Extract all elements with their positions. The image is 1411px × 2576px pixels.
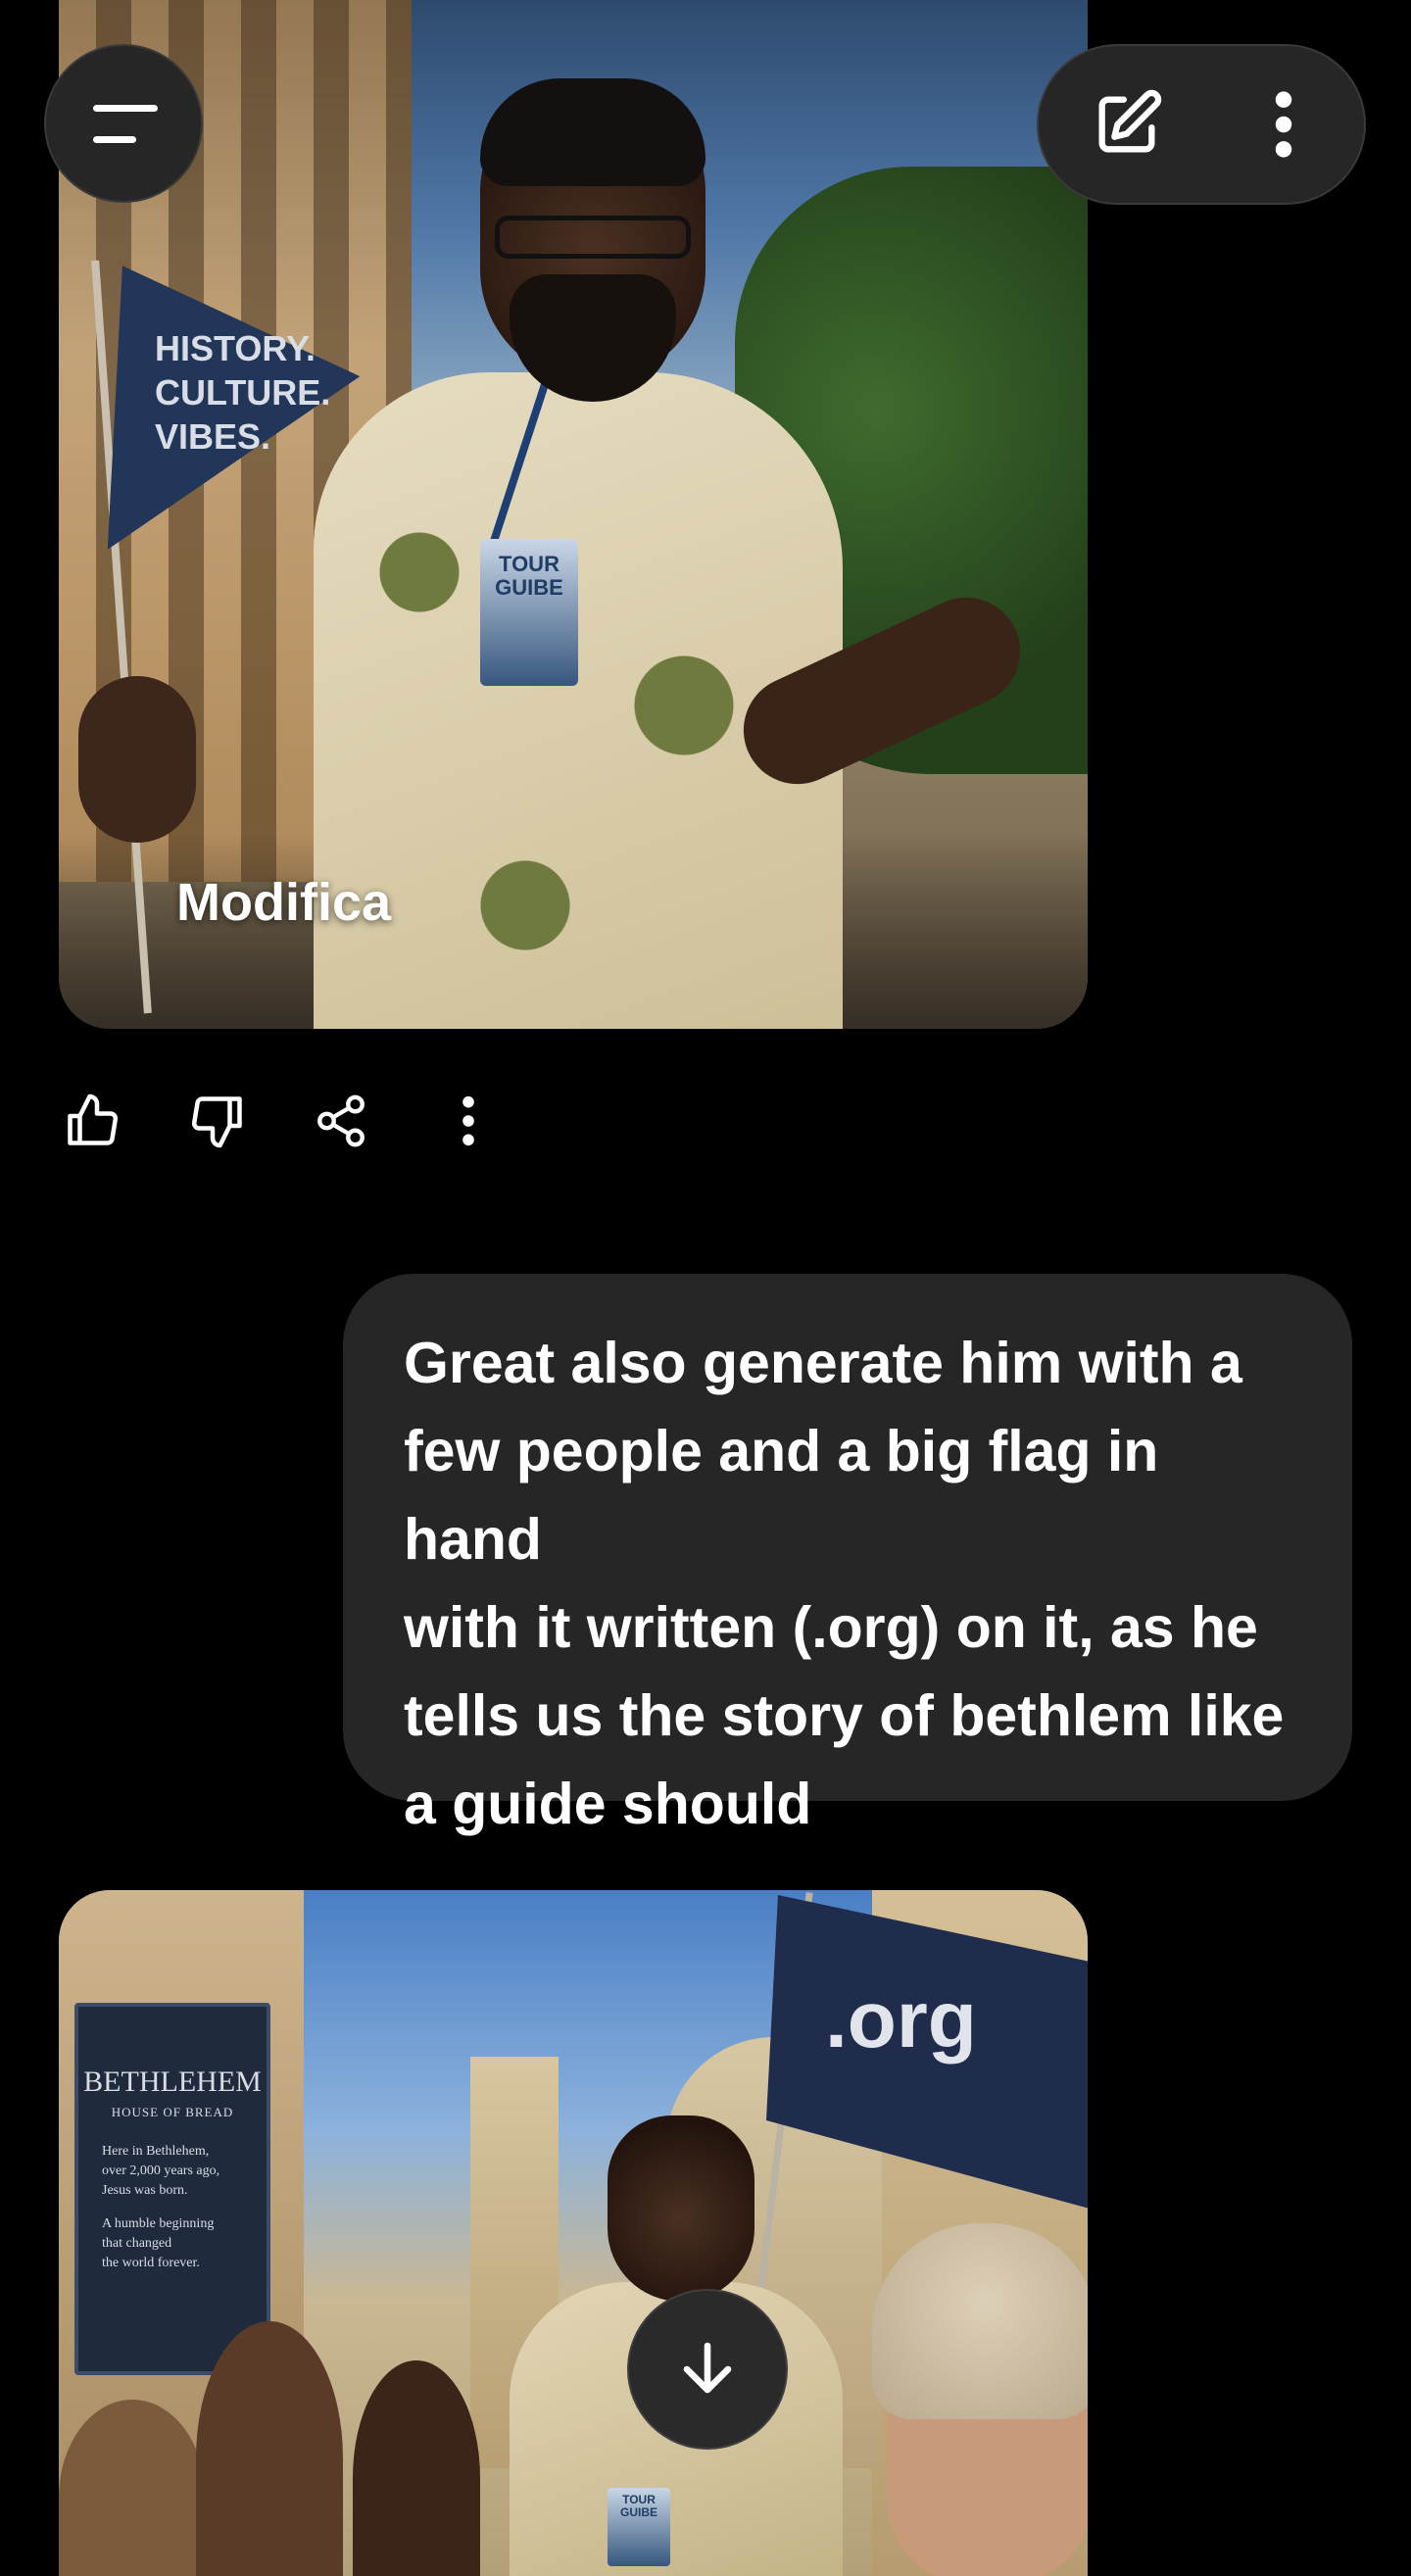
generated-image-tour-guide-bethlehem[interactable]: BETHLEHEM HOUSE OF BREAD Here in Bethleh… (59, 1890, 1088, 2576)
tour-guide-badge: TOUR GUIBE (608, 2488, 670, 2566)
guide-hair (480, 78, 706, 186)
flag-text-line: CULTURE. (155, 372, 330, 413)
tour-guide-badge: TOUR GUIBE (480, 539, 578, 686)
sign-subtitle: HOUSE OF BREAD (111, 2105, 234, 2119)
hand-holding-flag (78, 676, 196, 843)
sign-line: A humble beginning (102, 2216, 215, 2231)
user-message-line: with it written (.org) on it, as he (404, 1595, 1258, 1660)
user-message-bubble: Great also generate him with a few peopl… (343, 1274, 1352, 1836)
flag-text: .org (825, 1975, 977, 2065)
user-message-line: few people and a big flag in hand (404, 1419, 1159, 1572)
sign-title: BETHLEHEM (83, 2066, 262, 2098)
history-culture-vibes-flag: HISTORY. CULTURE. VIBES. (107, 266, 361, 550)
top-actions-pill (1037, 44, 1366, 205)
tour-guide-figure: TOUR GUIBE (314, 78, 1039, 1029)
more-vertical-icon (1275, 91, 1292, 158)
sign-line: Jesus was born. (102, 2183, 188, 2198)
arrow-down-icon (683, 2342, 732, 2394)
guide-glasses (495, 216, 691, 259)
user-message-line: a guide should (404, 1772, 812, 1836)
new-chat-button[interactable] (1078, 75, 1176, 173)
guide-head (608, 2115, 754, 2302)
edit-pencil-icon (1098, 89, 1162, 153)
edit-image-label[interactable]: Modifica (176, 872, 391, 933)
sign-line: the world forever. (102, 2256, 200, 2270)
thumbs-down-icon (191, 1096, 242, 1148)
badge-line: GUIBE (619, 2505, 657, 2519)
share-button[interactable] (302, 1082, 380, 1160)
user-message-line: Great also generate him with a (404, 1331, 1242, 1395)
thumbs-up-icon (68, 1094, 119, 1145)
bethlehem-sign: BETHLEHEM HOUSE OF BREAD Here in Bethleh… (74, 2003, 270, 2375)
scroll-to-bottom-button[interactable] (627, 2289, 788, 2450)
menu-button[interactable] (44, 44, 203, 203)
user-message-line: tells us the story of bethlem like (404, 1683, 1285, 1748)
badge-line: TOUR (499, 552, 560, 576)
tourist-cap (872, 2223, 1088, 2419)
sign-line: over 2,000 years ago, (102, 2163, 220, 2178)
response-more-button[interactable] (429, 1082, 508, 1160)
generated-image-tour-guide-colosseum[interactable]: TOUR GUIBE HISTORY. CULTURE. VIBES. Modi… (59, 0, 1088, 1029)
sign-line: Here in Bethlehem, (102, 2144, 210, 2159)
dislike-button[interactable] (178, 1082, 257, 1160)
sign-line: that changed (102, 2236, 172, 2251)
more-options-button[interactable] (1235, 75, 1333, 173)
more-vertical-icon (462, 1095, 474, 1146)
like-button[interactable] (53, 1082, 131, 1160)
badge-line: GUIBE (495, 575, 563, 600)
flag-text-line: HISTORY. (155, 328, 316, 368)
flag-text-line: VIBES. (155, 416, 270, 457)
share-icon (317, 1094, 365, 1147)
